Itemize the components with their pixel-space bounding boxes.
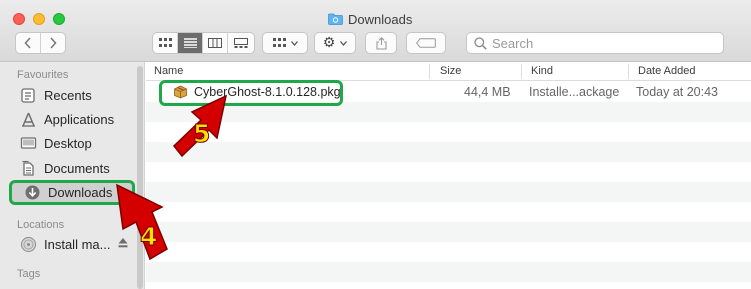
- view-mode-control: [152, 32, 255, 54]
- zoom-window-button[interactable]: [53, 13, 65, 25]
- sidebar-item-documents[interactable]: Documents: [20, 157, 110, 179]
- row-stripe: [146, 142, 751, 162]
- gallery-view-button[interactable]: [228, 33, 253, 53]
- applications-icon: [22, 112, 35, 127]
- column-divider: [628, 64, 629, 79]
- column-header-date-added[interactable]: Date Added: [638, 65, 696, 77]
- chevron-left-icon: [24, 37, 31, 49]
- toolbar: Downloads ⚙ Search: [0, 0, 751, 62]
- step-4-number: 4: [140, 222, 157, 251]
- chevron-down-icon: [290, 40, 298, 46]
- gallery-icon: [233, 38, 248, 48]
- forward-button[interactable]: [41, 33, 65, 53]
- column-header-kind[interactable]: Kind: [531, 65, 553, 77]
- tag-icon: [416, 38, 436, 48]
- chevron-down-icon: [340, 40, 348, 46]
- sidebar-item-label: Recents: [44, 87, 92, 103]
- share-button[interactable]: [365, 32, 397, 54]
- share-icon: [375, 36, 387, 50]
- documents-icon: [22, 160, 34, 176]
- sidebar-tags-header: Tags: [17, 268, 41, 280]
- action-button[interactable]: ⚙: [314, 32, 356, 54]
- window-title-text: Downloads: [348, 11, 413, 27]
- grid-icon: [272, 38, 286, 47]
- column-divider: [429, 64, 430, 79]
- minimize-window-button[interactable]: [33, 13, 45, 25]
- column-header: Name Size Kind Date Added: [146, 62, 751, 81]
- list-icon: [183, 38, 197, 48]
- step-4-arrow-marker: 4: [116, 183, 168, 261]
- desktop-icon: [20, 136, 37, 149]
- grid-icon: [158, 38, 172, 47]
- search-field[interactable]: [466, 32, 724, 54]
- sidebar-item-applications[interactable]: Applications: [20, 108, 114, 130]
- sidebar-locations-header: Locations: [17, 219, 65, 231]
- sidebar-item-desktop[interactable]: Desktop: [20, 132, 92, 154]
- column-divider: [521, 64, 522, 79]
- sidebar-favourites-header: Favourites: [17, 69, 69, 81]
- edit-tags-button[interactable]: [406, 32, 446, 54]
- row-stripe: [146, 262, 751, 282]
- chevron-right-icon: [50, 37, 57, 49]
- close-window-button[interactable]: [13, 13, 25, 25]
- gear-icon: ⚙: [322, 35, 336, 51]
- window-title: Downloads: [328, 10, 412, 28]
- row-stripe: [146, 182, 751, 202]
- back-button[interactable]: [16, 33, 41, 53]
- search-input[interactable]: [492, 35, 712, 51]
- sidebar-item-label: Applications: [44, 111, 115, 127]
- icon-view-button[interactable]: [153, 33, 178, 53]
- columns-icon: [208, 38, 222, 48]
- column-view-button[interactable]: [203, 33, 228, 53]
- file-size: 44,4 MB: [464, 85, 511, 99]
- step-5-number: 5: [193, 119, 210, 148]
- sidebar-item-label: Install ma...: [44, 236, 111, 252]
- column-header-size[interactable]: Size: [440, 65, 461, 77]
- sidebar-item-label: Documents: [44, 160, 110, 176]
- group-by-button[interactable]: [262, 32, 308, 54]
- recents-icon: [21, 87, 35, 103]
- nav-buttons: [15, 32, 66, 54]
- finder-window: Downloads ⚙ Search Favourites Recents Ap…: [0, 0, 751, 289]
- column-header-name[interactable]: Name: [154, 65, 183, 77]
- sidebar-item-label: Desktop: [44, 135, 92, 151]
- file-date-added: Today at 20:43: [636, 85, 719, 99]
- folder-icon: [328, 13, 343, 25]
- row-stripe: [146, 222, 751, 242]
- step-5-arrow-marker: 5: [172, 94, 228, 158]
- sidebar-item-install-disk[interactable]: Install ma...: [20, 233, 110, 255]
- list-view-button[interactable]: [178, 33, 203, 53]
- search-icon: [474, 36, 487, 50]
- sidebar-item-recents[interactable]: Recents: [20, 84, 92, 106]
- file-kind: Installe...ackage: [529, 85, 620, 99]
- disk-icon: [21, 236, 36, 252]
